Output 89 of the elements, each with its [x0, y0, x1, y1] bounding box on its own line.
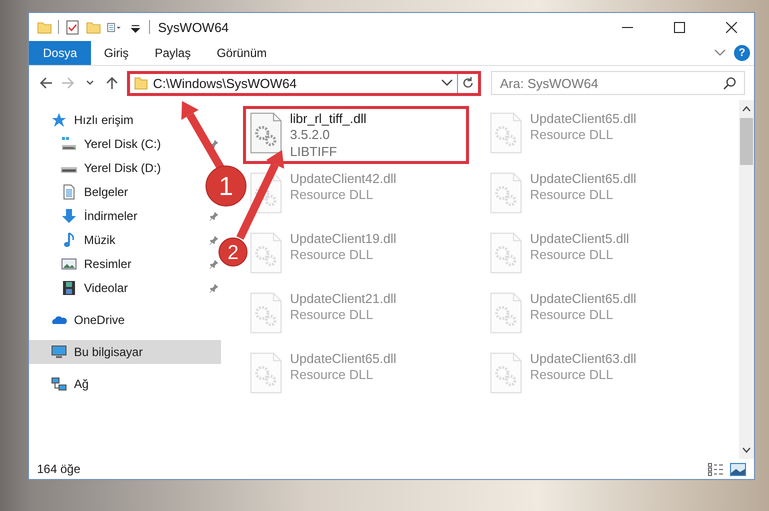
file-detail: Resource DLL: [530, 246, 614, 263]
sidebar-item[interactable]: Yerel Disk (D:): [61, 156, 165, 180]
sidebar-item[interactable]: Resimler: [61, 252, 136, 276]
file-name: UpdateClient21.dll: [290, 291, 396, 306]
large-icons-view-icon[interactable]: [730, 462, 746, 476]
gear-document-icon: [250, 171, 282, 215]
refresh-icon: [462, 77, 474, 89]
file-name: UpdateClient65.dll: [530, 111, 636, 126]
help-button[interactable]: ?: [734, 45, 750, 61]
sidebar-item[interactable]: Videolar: [61, 276, 132, 300]
drive-icon: [61, 136, 77, 152]
gear-document-icon: [490, 231, 522, 275]
details-view-icon[interactable]: [708, 462, 724, 476]
gear-document-icon: [250, 231, 282, 275]
caret-icon: [86, 79, 94, 87]
file-detail: LIBTIFF: [290, 143, 338, 160]
document-icon: [61, 184, 77, 200]
pin-icon[interactable]: [209, 235, 219, 245]
gear-document-icon: [490, 171, 522, 215]
file-detail: Resource DLL: [530, 126, 614, 143]
checklist-icon[interactable]: [65, 20, 80, 34]
folder-icon: [37, 20, 52, 34]
file-detail: Resource DLL: [530, 186, 614, 203]
sidebar-item[interactable]: Ağ: [51, 372, 93, 396]
folder-icon: [134, 76, 148, 90]
ribbon-tab[interactable]: Dosya: [29, 41, 92, 65]
sidebar-item[interactable]: Bu bilgisayar: [29, 340, 221, 364]
gear-document-icon: [250, 111, 282, 155]
item-count: 164 öğe: [37, 462, 82, 476]
file-name: UpdateClient63.dll: [530, 351, 636, 366]
gear-document-icon: [250, 291, 282, 335]
file-detail: Resource DLL: [290, 246, 374, 263]
gear-document-icon: [490, 351, 522, 395]
scroll-down-icon[interactable]: [742, 447, 751, 453]
expand-ribbon-icon[interactable]: [714, 49, 726, 57]
window-title: SysWOW64: [158, 20, 230, 34]
music-note-icon: [61, 232, 77, 248]
file-name: UpdateClient65.dll: [290, 351, 396, 366]
scroll-up-icon[interactable]: [742, 106, 751, 112]
search-icon: [723, 77, 736, 90]
file-name: UpdateClient65.dll: [530, 291, 636, 306]
number-badge: 2: [218, 238, 248, 266]
star-icon: [51, 112, 67, 128]
number-badge: 1: [206, 166, 246, 206]
ribbon-tab[interactable]: Giriş: [91, 41, 142, 65]
file-item[interactable]: libr_rl_tiff_.dll 3.5.2.0 LIBTIFF: [243, 106, 469, 164]
pin-icon[interactable]: [209, 259, 219, 269]
file-name: UpdateClient65.dll: [530, 171, 636, 186]
gear-document-icon: [490, 291, 522, 335]
sidebar-item[interactable]: İndirmeler: [61, 204, 142, 228]
file-detail: Resource DLL: [290, 306, 374, 323]
pin-icon[interactable]: [209, 283, 219, 293]
file-detail: 3.5.2.0: [290, 126, 331, 143]
scroll-thumb[interactable]: [740, 118, 753, 165]
sidebar-item[interactable]: Yerel Disk (C:): [61, 132, 165, 156]
file-detail: Resource DLL: [290, 186, 374, 203]
download-arrow-icon: [61, 208, 77, 224]
dropdown-icon[interactable]: [441, 79, 453, 87]
close-icon: [726, 22, 736, 32]
file-name: UpdateClient5.dll: [530, 231, 630, 246]
gear-document-icon: [250, 351, 282, 395]
scrollbar[interactable]: [739, 100, 754, 459]
picture-icon: [61, 256, 77, 272]
ribbon-tab[interactable]: Görünüm: [204, 41, 280, 65]
monitor-icon: [51, 344, 67, 360]
pin-icon[interactable]: [209, 211, 219, 221]
up-arrow-icon: [105, 76, 119, 90]
file-name: libr_rl_tiff_.dll: [290, 111, 366, 126]
sidebar-item[interactable]: OneDrive: [51, 308, 129, 332]
file-name: UpdateClient42.dll: [290, 171, 396, 186]
minimize-icon: [622, 26, 632, 28]
network-icon: [51, 376, 67, 392]
file-detail: Resource DLL: [530, 306, 614, 323]
gear-document-icon: [490, 111, 522, 155]
ribbon-tab[interactable]: Paylaş: [142, 41, 204, 65]
maximize-icon: [674, 22, 684, 32]
film-icon: [61, 280, 77, 296]
sidebar-item[interactable]: Hızlı erişim: [51, 108, 138, 132]
file-detail: Resource DLL: [530, 366, 614, 383]
file-name: UpdateClient19.dll: [290, 231, 396, 246]
search-field[interactable]: Ara: SysWOW64: [491, 71, 745, 95]
right-arrow-icon: [61, 76, 75, 90]
left-arrow-icon: [39, 76, 53, 90]
drive-icon: [61, 167, 77, 173]
address-bar[interactable]: C:\Windows\SysWOW64: [127, 70, 481, 96]
sidebar-item[interactable]: Belgeler: [61, 180, 132, 204]
file-detail: Resource DLL: [290, 366, 374, 383]
pin-icon[interactable]: [209, 139, 219, 149]
sidebar-item[interactable]: Müzik: [61, 228, 120, 252]
